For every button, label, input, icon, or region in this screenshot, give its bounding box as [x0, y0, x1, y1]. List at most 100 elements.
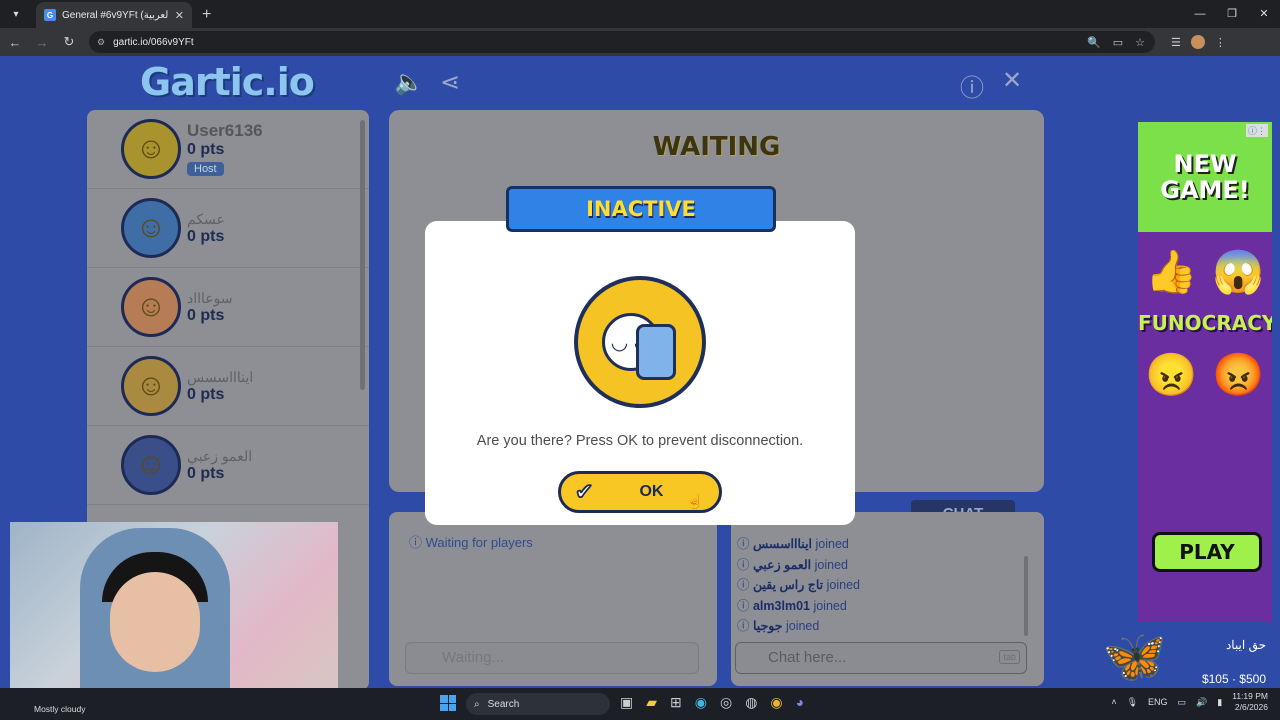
player-name: User6136 — [187, 121, 263, 140]
clock-time: 11:19 PM — [1232, 691, 1268, 701]
game-status-title: WAITING — [652, 132, 781, 162]
network-icon[interactable]: ▭ — [1178, 697, 1187, 708]
player-row[interactable]: ☺ عسكم 0 pts — [87, 189, 369, 268]
sound-icon[interactable]: 🔈 — [394, 68, 424, 97]
start-button-icon[interactable] — [440, 695, 456, 711]
chat-message: ⓘ جوجيا joined — [737, 619, 820, 633]
players-scrollbar[interactable] — [360, 120, 365, 390]
browser-menu-icon[interactable]: ⋮ — [1215, 36, 1226, 49]
player-name: ايناااسسس — [187, 368, 254, 385]
answers-panel: ⓘ Waiting for players Waiting... — [389, 512, 717, 686]
search-icon: ⌕ — [474, 698, 480, 710]
chrome-icon[interactable]: ◉ — [770, 694, 782, 711]
ad-play-button[interactable]: PLAY — [1152, 532, 1262, 572]
player-avatar: ☺ — [121, 198, 181, 258]
modal-message: Are you there? Press OK to prevent disco… — [476, 433, 804, 449]
sleeping-icon: ◡ ◡ — [574, 276, 706, 408]
taskbar-search[interactable]: ⌕ Search — [466, 693, 610, 715]
ad-headline: NEW GAME! — [1138, 122, 1272, 232]
exit-icon[interactable]: ✕ — [1002, 66, 1022, 95]
clock-date: 2/6/2026 — [1234, 702, 1268, 712]
chat-message: ⓘ ايناااسسس joined — [737, 537, 849, 551]
player-avatar: ☺ — [121, 119, 181, 179]
edge-icon[interactable]: ◉ — [695, 694, 707, 711]
player-avatar: ☺ — [121, 277, 181, 337]
player-row[interactable]: ☺ العمو زعبي 0 pts — [87, 426, 369, 505]
ok-label: OK — [639, 483, 664, 500]
modal-title-banner: INACTIVE — [506, 186, 776, 232]
task-view-icon[interactable]: ▣ — [620, 694, 633, 711]
close-window-icon[interactable]: ✕ — [1248, 0, 1280, 28]
player-points: 0 pts — [187, 306, 225, 324]
share-icon[interactable]: ⋖ — [440, 68, 460, 97]
restore-icon[interactable]: ❐ — [1216, 0, 1248, 28]
chat-scrollbar[interactable] — [1024, 556, 1028, 636]
player-points: 0 pts — [187, 464, 225, 482]
window-controls: — ❐ ✕ — [1184, 0, 1280, 28]
close-tab-icon[interactable]: ✕ — [175, 9, 184, 22]
language-indicator[interactable]: ENG — [1148, 697, 1168, 707]
address-bar[interactable]: ⚙ gartic.io/066v9YFt 🔍 ▭ ☆ — [89, 31, 1155, 53]
taskbar-apps: ▣ ▰ ⊞ ◉ ◎ ◍ ◉ ◕ — [620, 694, 804, 711]
reading-list-icon[interactable]: ☰ — [1171, 36, 1181, 49]
host-badge: Host — [187, 162, 224, 176]
site-info-icon[interactable]: ⚙ — [97, 37, 105, 48]
player-row[interactable]: ☺ ايناااسسس 0 pts — [87, 347, 369, 426]
zoom-icon[interactable]: 🔍 — [1087, 36, 1101, 49]
store-icon[interactable]: ⊞ — [670, 694, 682, 711]
chat-placeholder: Chat here... — [768, 649, 847, 666]
discord-icon[interactable]: ◕ — [796, 694, 804, 711]
player-name: العمو زعبي — [187, 447, 253, 464]
player-points: 0 pts — [187, 227, 225, 245]
donation-overlay: حق ايباد $105 · $500 — [1198, 628, 1266, 696]
tab-title: General #6v9YFt (العربية) - Gartic — [62, 9, 169, 21]
info-icon[interactable]: ⓘ — [960, 68, 984, 103]
player-row[interactable]: ☺ سوعاااد 0 pts — [87, 268, 369, 347]
system-tray: ˄ 🎙 ENG ▭ 🔊 ▮ 11:19 PM 2/6/2026 — [1111, 691, 1268, 713]
weather-widget[interactable]: Mostly cloudy — [34, 704, 86, 714]
browser-tabbar: ▾ G General #6v9YFt (العربية) - Gartic ✕… — [0, 0, 1280, 28]
new-tab-icon[interactable]: + — [202, 6, 211, 24]
tab-key-hint: tab — [999, 650, 1020, 664]
ad-info-icon[interactable]: ⓘ⋮ — [1245, 124, 1268, 137]
player-name: سوعاااد — [187, 289, 233, 306]
tab-search-icon[interactable]: ▾ — [4, 2, 28, 26]
ad-characters: 😠 😡 — [1145, 351, 1265, 398]
chat-input[interactable]: Chat here... tab — [735, 642, 1027, 674]
file-explorer-icon[interactable]: ▰ — [646, 694, 657, 711]
player-points: 0 pts — [187, 385, 225, 403]
cast-icon[interactable]: ▭ — [1113, 36, 1123, 49]
back-icon[interactable]: ← — [3, 35, 27, 50]
search-label: Search — [487, 698, 520, 710]
mic-icon[interactable]: 🎙 — [1127, 697, 1138, 708]
gartic-favicon-icon: G — [44, 9, 56, 21]
volume-icon[interactable]: 🔊 — [1196, 697, 1207, 708]
webcam-person-face — [110, 572, 200, 672]
battery-icon[interactable]: ▮ — [1217, 697, 1222, 708]
player-points: 0 pts — [187, 141, 225, 158]
bookmark-star-icon[interactable]: ☆ — [1135, 36, 1145, 49]
player-row[interactable]: ☺ User6136 0 pts Host — [87, 110, 369, 189]
butterfly-overlay-icon: 🦋 — [1102, 628, 1167, 686]
minimize-icon[interactable]: — — [1184, 0, 1216, 28]
player-avatar: ☺ — [121, 356, 181, 416]
reload-icon[interactable]: ↻ — [57, 34, 81, 50]
tray-chevron-icon[interactable]: ˄ — [1111, 697, 1116, 707]
chat-panel: ⓘ ايناااسسس joined ⓘ العمو زعبي joined ⓘ… — [731, 512, 1044, 686]
address-toolbar: ← → ↻ ⚙ gartic.io/066v9YFt 🔍 ▭ ☆ ☰ ⋮ — [0, 28, 1280, 56]
gartic-logo[interactable]: Gartic.io — [140, 60, 315, 104]
chat-message: ⓘ العمو زعبي joined — [737, 557, 848, 572]
pillow-shape — [636, 324, 676, 380]
advertisement[interactable]: ⓘ⋮ NEW GAME! 👍 😱 FUNOCRACY 😠 😡 PLAY — [1138, 122, 1272, 622]
clock[interactable]: 11:19 PM 2/6/2026 — [1232, 691, 1268, 713]
browser-tab[interactable]: G General #6v9YFt (العربية) - Gartic ✕ — [36, 2, 192, 28]
windows-taskbar: Mostly cloudy ⌕ Search ▣ ▰ ⊞ ◉ ◎ ◍ ◉ ◕ ˄… — [0, 688, 1280, 720]
profile-avatar[interactable] — [1190, 35, 1205, 49]
answer-input[interactable]: Waiting... — [405, 642, 699, 674]
app-icon[interactable]: ◎ — [720, 694, 732, 711]
inactive-modal: ◡ ◡ Are you there? Press OK to prevent d… — [425, 221, 855, 525]
forward-icon[interactable]: → — [30, 35, 54, 50]
webcam-overlay — [10, 522, 338, 708]
app-icon[interactable]: ◍ — [745, 694, 757, 711]
chat-message: ⓘ alm3lm01 joined — [737, 598, 847, 613]
